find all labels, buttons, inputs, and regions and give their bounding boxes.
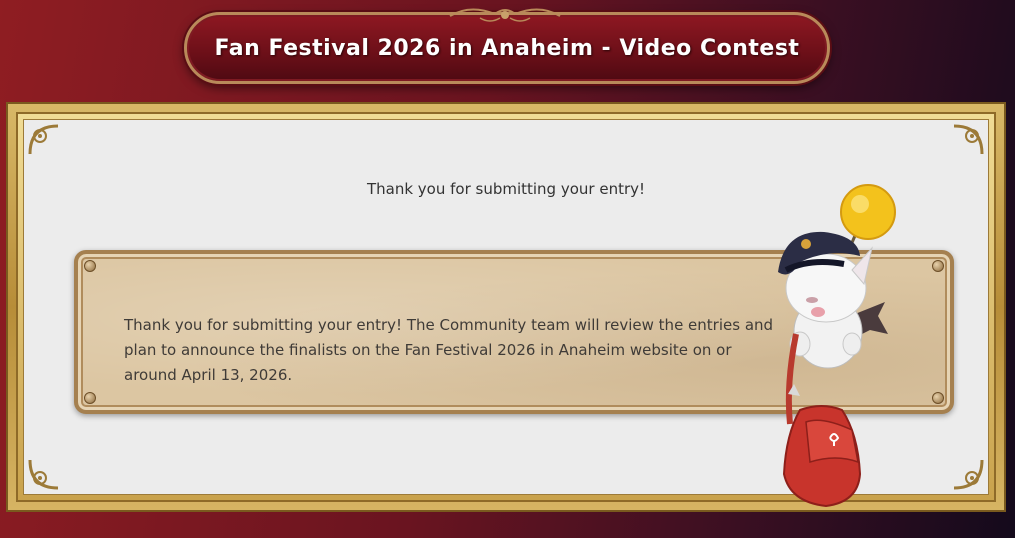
rivet-icon	[84, 260, 96, 272]
confirmation-message: Thank you for submitting your entry! The…	[124, 316, 774, 384]
rivet-icon	[932, 392, 944, 404]
corner-ornament-icon	[953, 124, 984, 155]
page-title: Fan Festival 2026 in Anaheim - Video Con…	[214, 35, 800, 61]
corner-ornament-icon	[28, 124, 59, 155]
rivet-icon	[84, 392, 96, 404]
corner-ornament-icon	[953, 459, 984, 490]
moogle-mail-carrier-illustration	[778, 184, 896, 508]
title-ornament-icon	[449, 8, 561, 22]
rivet-icon	[932, 260, 944, 272]
corner-ornament-icon	[28, 459, 59, 490]
